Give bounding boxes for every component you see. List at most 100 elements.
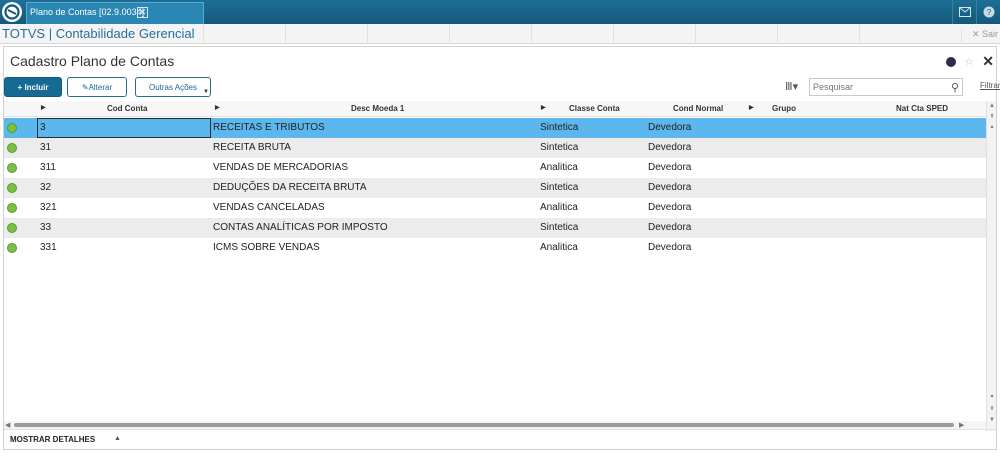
cell-desc: VENDAS DE MERCADORIAS	[213, 162, 349, 173]
search-field[interactable]: ⚲	[809, 78, 963, 96]
scroll-up-icon[interactable]: ▴	[988, 123, 996, 131]
cell-cod-conta: 32	[40, 182, 52, 193]
scroll-page-down-icon[interactable]: ⇟	[988, 405, 996, 413]
sort-grupo-icon[interactable]: ▶	[749, 104, 754, 111]
logout-button[interactable]: ✕ Sair	[960, 29, 998, 44]
table-row[interactable]: 311 VENDAS DE MERCADORIAS Analitica Deve…	[4, 158, 994, 178]
tab-label: Plano de Contas [02.9.0034]	[30, 7, 145, 17]
cell-cond: Devedora	[648, 142, 692, 153]
alterar-label: Alterar	[88, 82, 113, 92]
cell-cond: Devedora	[648, 242, 692, 253]
cell-classe: Sintetica	[540, 182, 579, 193]
scroll-page-up-icon[interactable]: ⇞	[988, 113, 996, 121]
cell-focus-box	[37, 118, 211, 138]
accounts-grid: ▶ Cod Conta ▶ Desc Moeda 1 ▶ Classe Cont…	[4, 101, 994, 421]
sort-desc-icon[interactable]: ▶	[215, 104, 220, 111]
col-header-nat-cta-sped[interactable]: Nat Cta SPED	[896, 104, 948, 113]
col-header-classe-conta[interactable]: Classe Conta	[569, 104, 620, 113]
cell-desc: RECEITAS E TRIBUTOS	[213, 122, 325, 133]
grid-header: ▶ Cod Conta ▶ Desc Moeda 1 ▶ Classe Cont…	[4, 101, 994, 117]
cadastro-panel: Cadastro Plano de Contas ☆ ✕ + Incluir ✎…	[3, 46, 1000, 450]
messages-icon[interactable]	[952, 0, 976, 24]
cell-cod-conta: 31	[40, 142, 52, 153]
table-row[interactable]: 321 VENDAS CANCELADAS Analitica Devedora	[4, 198, 994, 218]
search-icon[interactable]: ⚲	[951, 81, 959, 94]
svg-text:?: ?	[986, 8, 991, 17]
col-header-grupo[interactable]: Grupo	[772, 104, 796, 113]
cell-classe: Analitica	[540, 202, 578, 213]
vertical-scrollbar[interactable]: ▲ ⇞ ▴ ▾ ⇟ ▼	[986, 101, 996, 431]
table-row[interactable]: 3 RECEITAS E TRIBUTOS Sintetica Devedora	[4, 118, 994, 138]
cell-cod-conta: 3	[40, 122, 46, 133]
cell-classe: Analitica	[540, 242, 578, 253]
cell-cond: Devedora	[648, 162, 692, 173]
table-row[interactable]: 331 ICMS SOBRE VENDAS Analitica Devedora	[4, 238, 994, 258]
details-footer[interactable]: MOSTRAR DETALHES ▲	[4, 429, 996, 449]
cell-desc: RECEITA BRUTA	[213, 142, 291, 153]
logout-label: Sair	[981, 29, 998, 39]
user-status-icon[interactable]	[946, 56, 957, 67]
status-active-icon	[7, 163, 17, 173]
page-title: Cadastro Plano de Contas	[10, 53, 175, 69]
tab-close-icon[interactable]: ✕	[137, 7, 148, 18]
top-bar: Plano de Contas [02.9.0034] ✕ ?	[0, 0, 1000, 24]
status-active-icon	[7, 223, 17, 233]
col-header-desc-moeda[interactable]: Desc Moeda 1	[351, 104, 404, 113]
scroll-bottom-icon[interactable]: ▼	[988, 417, 996, 425]
sort-cod-icon[interactable]: ▶	[41, 104, 46, 111]
search-input[interactable]	[810, 79, 945, 95]
cell-cod-conta: 331	[40, 242, 57, 253]
cell-cod-conta: 33	[40, 222, 52, 233]
toolbar: + Incluir ✎ Alterar Outras Ações ▼ Ⅲ▾ ⚲ …	[4, 77, 1000, 99]
cell-cond: Devedora	[648, 202, 692, 213]
cell-desc: CONTAS ANALÍTICAS POR IMPOSTO	[213, 222, 388, 233]
col-header-cond-normal[interactable]: Cond Normal	[673, 104, 723, 113]
outras-acoes-button[interactable]: Outras Ações ▼	[135, 77, 211, 97]
filtrar-link[interactable]: Filtrar	[980, 81, 1000, 90]
table-row[interactable]: 31 RECEITA BRUTA Sintetica Devedora	[4, 138, 994, 158]
tab-plano-de-contas[interactable]: Plano de Contas [02.9.0034] ✕	[26, 2, 204, 24]
status-active-icon	[7, 243, 17, 253]
cell-desc: VENDAS CANCELADAS	[213, 202, 325, 213]
cell-desc: DEDUÇÕES DA RECEITA BRUTA	[213, 182, 367, 193]
cell-classe: Sintetica	[540, 222, 579, 233]
incluir-button[interactable]: + Incluir	[4, 77, 62, 97]
table-row[interactable]: 32 DEDUÇÕES DA RECEITA BRUTA Sintetica D…	[4, 178, 994, 198]
cell-classe: Sintetica	[540, 142, 579, 153]
app-title: TOTVS | Contabilidade Gerencial	[2, 26, 195, 41]
cell-classe: Sintetica	[540, 122, 579, 133]
status-active-icon	[7, 203, 17, 213]
sort-classe-icon[interactable]: ▶	[541, 104, 546, 111]
scroll-top-icon[interactable]: ▲	[988, 103, 996, 111]
table-row[interactable]: 33 CONTAS ANALÍTICAS POR IMPOSTO Sinteti…	[4, 218, 994, 238]
cell-cod-conta: 311	[40, 162, 56, 173]
status-active-icon	[7, 143, 17, 153]
header-divider-grid	[203, 24, 941, 44]
logout-icon: ✕	[971, 29, 982, 39]
favorite-star-icon[interactable]: ☆	[964, 55, 974, 68]
mostrar-detalhes-toggle[interactable]: MOSTRAR DETALHES	[10, 435, 95, 444]
module-header: TOTVS | Contabilidade Gerencial ✕ Sair	[0, 24, 1000, 44]
caret-down-icon: ▼	[203, 89, 209, 95]
scroll-right-icon[interactable]: ▶	[959, 421, 964, 429]
cell-cod-conta: 321	[40, 202, 57, 213]
columns-menu-icon[interactable]: Ⅲ▾	[785, 80, 798, 93]
cell-cond: Devedora	[648, 222, 692, 233]
help-icon[interactable]: ?	[976, 0, 1000, 24]
col-header-cod-conta[interactable]: Cod Conta	[107, 104, 147, 113]
caret-up-icon[interactable]: ▲	[114, 435, 121, 442]
cell-cond: Devedora	[648, 182, 692, 193]
cell-cond: Devedora	[648, 122, 692, 133]
pencil-icon: ✎	[81, 82, 89, 92]
alterar-button[interactable]: ✎ Alterar	[67, 77, 127, 97]
status-active-icon	[7, 123, 17, 133]
status-active-icon	[7, 183, 17, 193]
totvs-logo-icon[interactable]	[2, 2, 22, 22]
cell-desc: ICMS SOBRE VENDAS	[213, 242, 320, 253]
horizontal-scroll-thumb[interactable]	[14, 423, 954, 427]
horizontal-scrollbar[interactable]: ◀ ▶	[4, 421, 986, 429]
scroll-down-icon[interactable]: ▾	[988, 393, 996, 401]
scroll-left-icon[interactable]: ◀	[5, 421, 10, 429]
close-panel-icon[interactable]: ✕	[982, 53, 994, 70]
outras-acoes-label: Outras Ações	[148, 82, 198, 92]
